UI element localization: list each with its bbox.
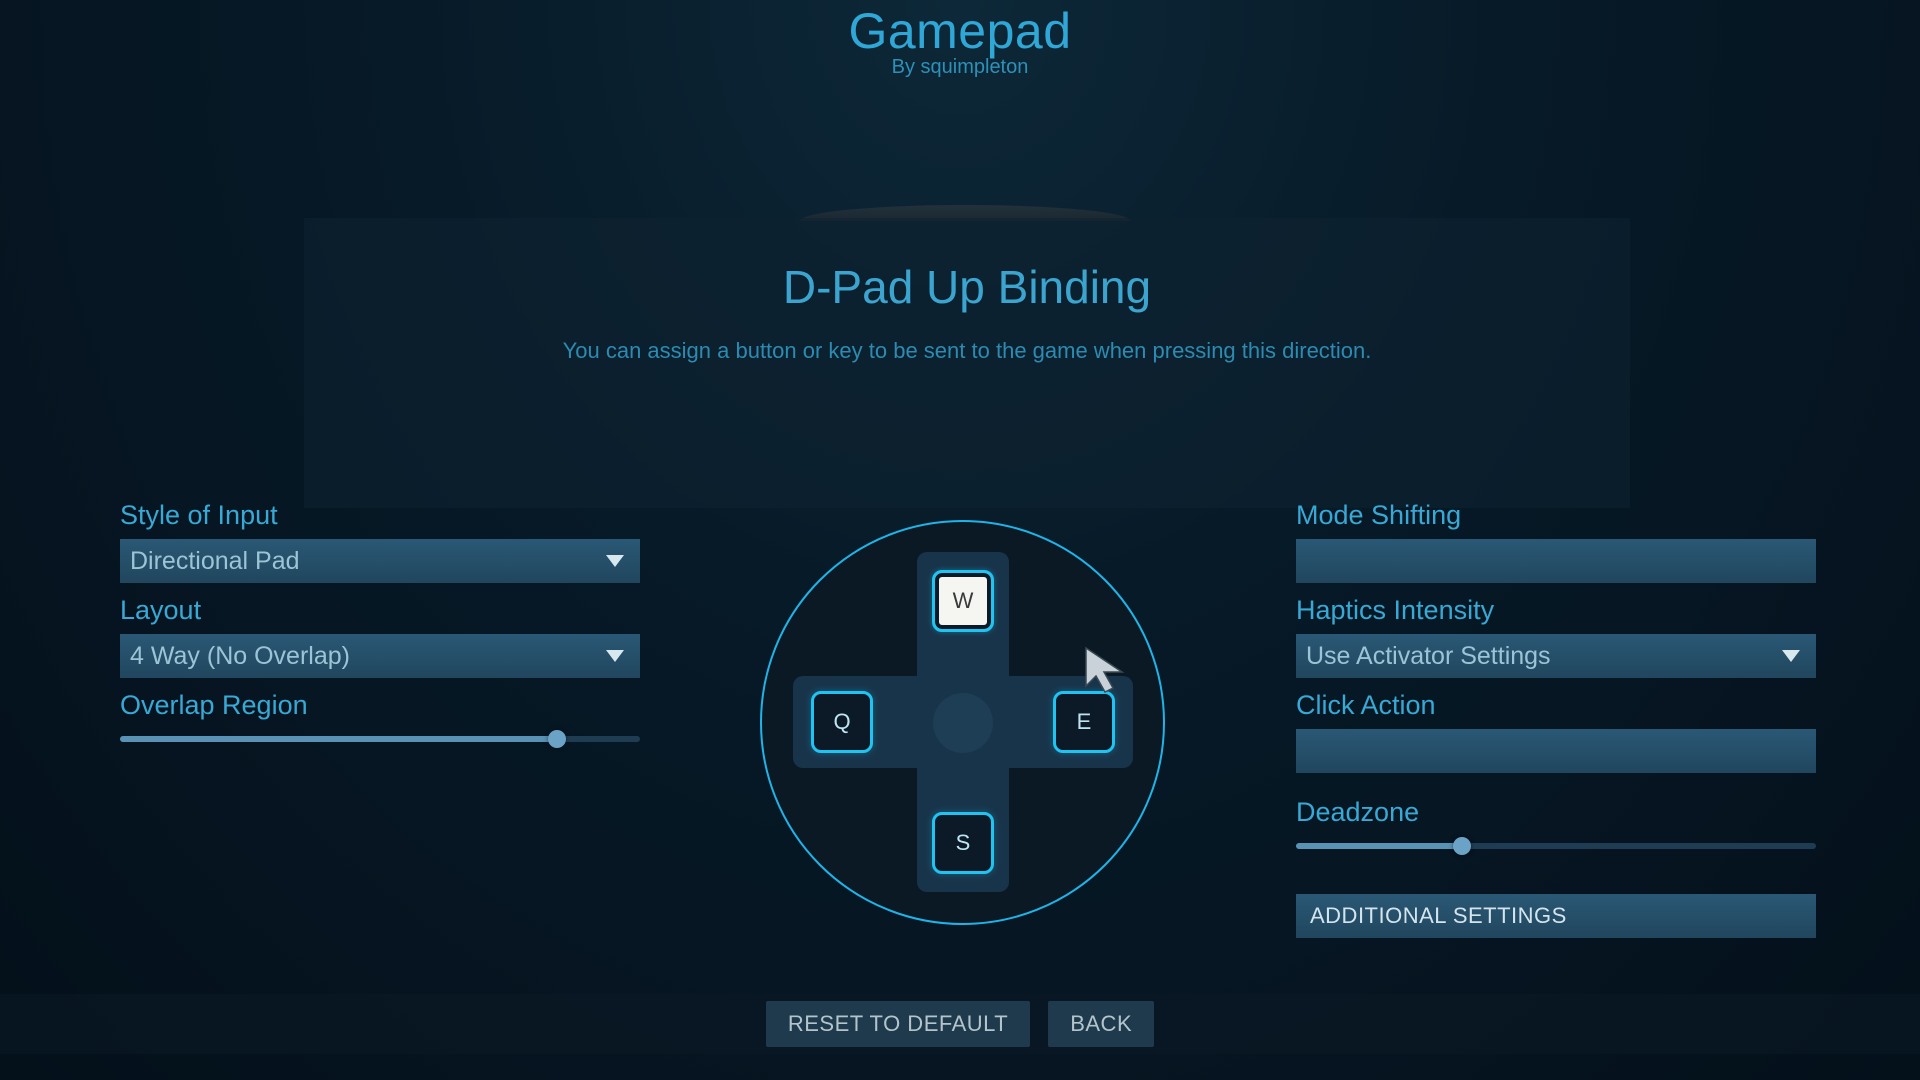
click-action-field[interactable] <box>1296 729 1816 773</box>
binding-title: D-Pad Up Binding <box>304 260 1630 314</box>
back-button[interactable]: BACK <box>1048 1001 1154 1047</box>
page-title: Gamepad <box>0 2 1920 60</box>
style-of-input-dropdown[interactable]: Directional Pad <box>120 539 640 583</box>
style-of-input-value: Directional Pad <box>130 547 300 576</box>
haptics-intensity-label: Haptics Intensity <box>1296 595 1816 626</box>
deadzone-label: Deadzone <box>1296 797 1816 828</box>
mode-shifting-field[interactable] <box>1296 539 1816 583</box>
haptics-intensity-dropdown[interactable]: Use Activator Settings <box>1296 634 1816 678</box>
footer-bar: RESET TO DEFAULT BACK <box>0 994 1920 1054</box>
click-action-label: Click Action <box>1296 690 1816 721</box>
dpad-down-key[interactable]: S <box>932 812 994 874</box>
overlap-region-slider[interactable] <box>120 729 640 749</box>
chevron-down-icon <box>606 555 624 567</box>
slider-fill <box>120 736 557 742</box>
dpad-right-key[interactable]: E <box>1053 691 1115 753</box>
mode-shifting-label: Mode Shifting <box>1296 500 1816 531</box>
style-of-input-label: Style of Input <box>120 500 640 531</box>
dpad-up-key[interactable]: W <box>932 570 994 632</box>
deadzone-slider[interactable] <box>1296 836 1816 856</box>
haptics-intensity-value: Use Activator Settings <box>1306 642 1551 671</box>
layout-value: 4 Way (No Overlap) <box>130 642 350 671</box>
right-column: Mode Shifting Haptics Intensity Use Acti… <box>1296 500 1816 938</box>
page-subtitle: By squimpleton <box>0 56 1920 79</box>
binding-description: You can assign a button or key to be sen… <box>304 338 1630 364</box>
reset-to-default-button[interactable]: RESET TO DEFAULT <box>766 1001 1030 1047</box>
additional-settings-label: ADDITIONAL SETTINGS <box>1310 903 1567 929</box>
slider-fill <box>1296 843 1462 849</box>
layout-dropdown[interactable]: 4 Way (No Overlap) <box>120 634 640 678</box>
left-column: Style of Input Directional Pad Layout 4 … <box>120 500 640 749</box>
chevron-down-icon <box>1782 650 1800 662</box>
binding-info-panel: D-Pad Up Binding You can assign a button… <box>304 218 1630 508</box>
layout-label: Layout <box>120 595 640 626</box>
slider-thumb[interactable] <box>548 730 566 748</box>
slider-thumb[interactable] <box>1453 837 1471 855</box>
dpad-visual: W Q E S <box>760 520 1165 925</box>
chevron-down-icon <box>606 650 624 662</box>
additional-settings-button[interactable]: ADDITIONAL SETTINGS <box>1296 894 1816 938</box>
overlap-region-label: Overlap Region <box>120 690 640 721</box>
dpad-left-key[interactable]: Q <box>811 691 873 753</box>
header: Gamepad By squimpleton <box>0 0 1920 79</box>
dpad-center-button[interactable] <box>933 693 993 753</box>
